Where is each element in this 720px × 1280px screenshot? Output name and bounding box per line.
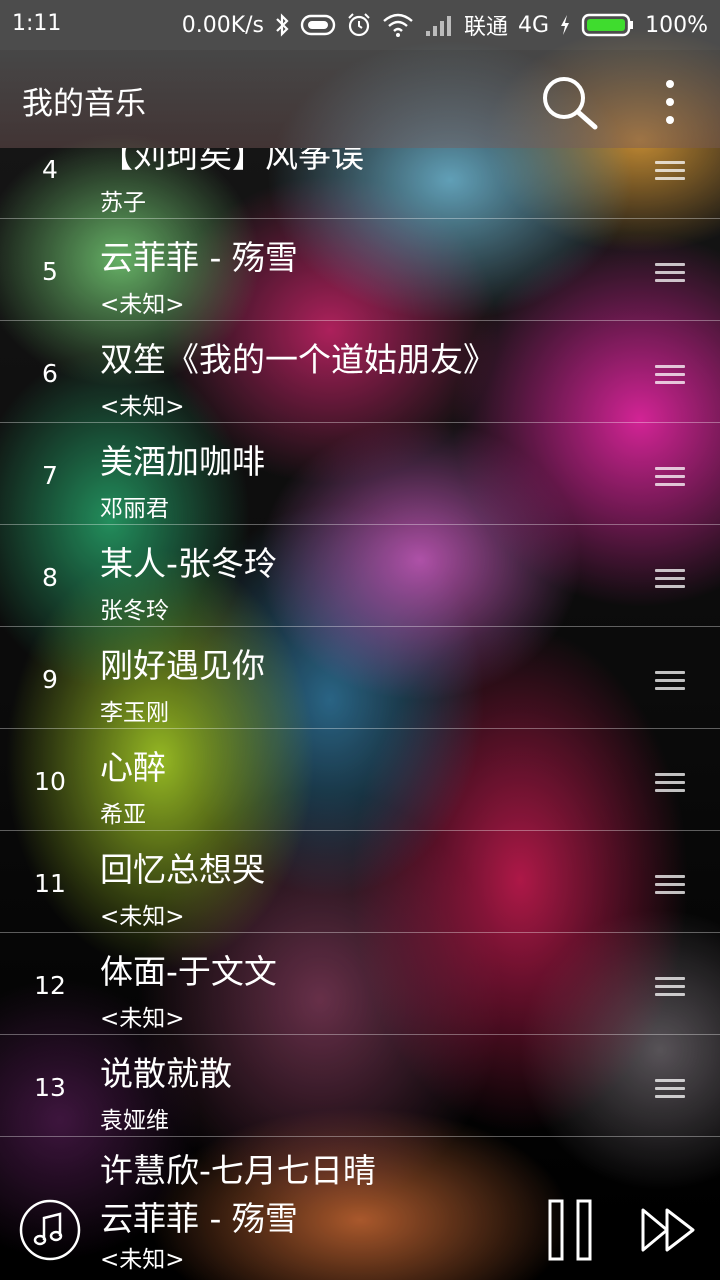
charging-icon — [559, 14, 571, 36]
drag-handle-icon[interactable] — [655, 569, 685, 589]
pause-button[interactable] — [546, 1198, 596, 1262]
drag-handle-icon[interactable] — [655, 161, 685, 181]
alarm-icon — [346, 12, 372, 38]
song-title: 云菲菲 - 殇雪 — [100, 238, 298, 277]
net-speed: 0.00K/s — [181, 12, 265, 38]
song-number: 4 — [42, 155, 58, 184]
wifi-icon — [382, 13, 414, 37]
song-artist: <未知> — [100, 1006, 185, 1032]
page-title: 我的音乐 — [22, 86, 146, 122]
search-button[interactable] — [538, 72, 600, 134]
song-artist: 苏子 — [100, 190, 146, 216]
song-artist: 李玉刚 — [100, 700, 169, 726]
song-number: 7 — [42, 461, 58, 490]
song-row[interactable]: 6 双笙《我的一个道姑朋友》 <未知> — [0, 321, 720, 423]
song-number: 6 — [42, 359, 58, 388]
song-artist: 邓丽君 — [100, 496, 169, 522]
now-playing-title: 云菲菲 - 殇雪 — [100, 1199, 298, 1238]
drag-handle-icon[interactable] — [655, 875, 685, 895]
song-row[interactable]: 7 美酒加咖啡邓丽君 — [0, 423, 720, 525]
network-type: 4G — [518, 12, 550, 38]
song-list-inner: 4 【刘珂矣】风筝误 苏子 5 云菲菲 - 殇雪 <未知> 6 双笙《我的一个道姑朋友》 <未知… — [0, 148, 720, 1137]
drag-handle-icon[interactable] — [655, 671, 685, 691]
status-bar: 1:11 0.00K/s 联通 4G 100% — [0, 0, 720, 50]
battery-percent: 100% — [645, 12, 708, 38]
app-bar: 我的音乐 — [0, 50, 720, 148]
music-app-screen: 4 【刘珂矣】风筝误 苏子 5 云菲菲 - 殇雪 <未知> 6 双笙《我的一个道姑朋友》 <未知… — [0, 0, 720, 1280]
song-number: 8 — [42, 563, 58, 592]
song-artist: 袁娅维 — [100, 1108, 169, 1134]
song-list[interactable]: 4 【刘珂矣】风筝误 苏子 5 云菲菲 - 殇雪 <未知> 6 双笙《我的一个道姑朋友》 <未知… — [0, 148, 720, 1148]
battery-icon — [581, 12, 635, 38]
album-art-button[interactable] — [18, 1198, 82, 1262]
song-artist: <未知> — [100, 904, 185, 930]
song-row[interactable]: 11 回忆总想哭 <未知> — [0, 831, 720, 933]
song-number: 11 — [34, 869, 66, 898]
music-note-icon — [19, 1199, 81, 1261]
pause-icon — [548, 1199, 592, 1261]
song-title: 某人-张冬玲 — [100, 544, 277, 583]
song-number: 5 — [42, 257, 58, 286]
drag-handle-icon[interactable] — [655, 1079, 685, 1099]
song-title: 说散就散 — [100, 1054, 232, 1093]
bluetooth-icon — [274, 12, 290, 38]
song-row[interactable]: 8 某人-张冬玲张冬玲 — [0, 525, 720, 627]
song-row[interactable]: 5 云菲菲 - 殇雪 <未知> — [0, 219, 720, 321]
more-vert-icon — [666, 80, 674, 124]
song-title: 双笙《我的一个道姑朋友》 — [100, 340, 496, 379]
song-row[interactable]: 10 心醉希亚 — [0, 729, 720, 831]
song-number: 9 — [42, 665, 58, 694]
song-number: 10 — [34, 767, 66, 796]
song-title: 【刘珂矣】风筝误 — [100, 148, 364, 175]
drag-handle-icon[interactable] — [655, 977, 685, 997]
more-options-button[interactable] — [650, 74, 690, 130]
next-button[interactable] — [640, 1206, 698, 1254]
song-number: 12 — [34, 971, 66, 1000]
drag-handle-icon[interactable] — [655, 263, 685, 283]
song-title: 刚好遇见你 — [100, 646, 265, 685]
song-artist: 希亚 — [100, 802, 146, 828]
vibrate-icon — [300, 14, 336, 36]
drag-handle-icon[interactable] — [655, 365, 685, 385]
signal-icon — [424, 13, 454, 37]
song-title: 回忆总想哭 — [100, 850, 265, 889]
now-playing-artist: <未知> — [100, 1247, 185, 1273]
status-time: 1:11 — [12, 11, 62, 36]
song-number: 13 — [34, 1073, 66, 1102]
song-artist: 张冬玲 — [100, 598, 169, 624]
song-title: 心醉 — [100, 748, 166, 787]
song-artist: <未知> — [100, 394, 185, 420]
song-artist: <未知> — [100, 292, 185, 318]
song-row[interactable]: 9 刚好遇见你李玉刚 — [0, 627, 720, 729]
song-row[interactable]: 12 体面-于文文 <未知> — [0, 933, 720, 1035]
drag-handle-icon[interactable] — [655, 773, 685, 793]
skip-next-icon — [641, 1208, 695, 1252]
search-icon — [543, 77, 598, 130]
song-row[interactable]: 13 说散就散袁娅维 — [0, 1035, 720, 1137]
song-title: 体面-于文文 — [100, 952, 277, 991]
song-row[interactable]: 4 【刘珂矣】风筝误 苏子 — [0, 148, 720, 219]
carrier-name: 联通 — [464, 15, 509, 40]
song-title: 美酒加咖啡 — [100, 442, 265, 481]
drag-handle-icon[interactable] — [655, 467, 685, 487]
now-playing-bar[interactable]: 云菲菲 - 殇雪 <未知> — [0, 1180, 720, 1280]
